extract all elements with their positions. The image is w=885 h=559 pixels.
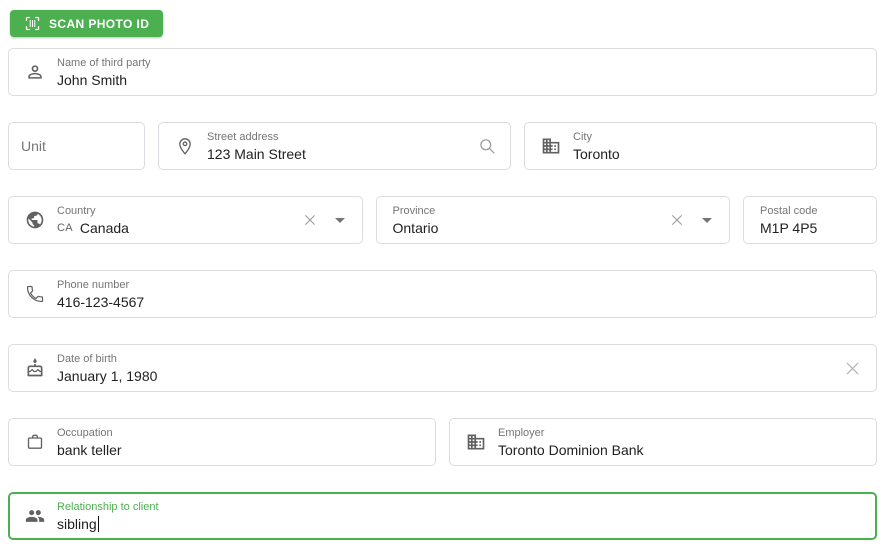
- scan-button-label: SCAN PHOTO ID: [49, 16, 150, 31]
- field-text: Name of third party John Smith: [57, 56, 151, 89]
- occupation-field[interactable]: Occupation bank teller: [8, 418, 436, 466]
- row-dob: Date of birth January 1, 1980: [8, 344, 877, 392]
- field-text: Phone number 416-123-4567: [57, 278, 144, 311]
- field-label: City: [573, 130, 592, 143]
- relationship-to-client-field[interactable]: Relationship to client sibling: [8, 492, 877, 540]
- location-pin-icon: [175, 136, 195, 156]
- field-label: Employer: [498, 426, 545, 439]
- country-code: CA: [57, 221, 73, 234]
- chevron-down-icon[interactable]: [702, 217, 712, 223]
- field-value: John Smith: [57, 71, 128, 88]
- field-label: Province: [392, 204, 436, 217]
- text-caret: [97, 516, 100, 532]
- row-phone: Phone number 416-123-4567: [8, 270, 877, 318]
- clear-icon[interactable]: [669, 212, 685, 228]
- field-trailing: [478, 137, 496, 155]
- field-text: Date of birth January 1, 1980: [57, 352, 157, 385]
- field-text: Province Ontario: [393, 204, 439, 237]
- field-label: Occupation: [57, 426, 113, 439]
- row-address: Street address 123 Main Street City Toro…: [8, 122, 877, 170]
- field-value: Toronto Dominion Bank: [498, 441, 644, 458]
- field-label: Postal code: [760, 204, 818, 217]
- row-region: Country CA Canada Province Ontario Postal…: [8, 196, 877, 244]
- field-value: Ontario: [392, 219, 439, 236]
- field-label: Date of birth: [57, 352, 117, 365]
- field-value: January 1, 1980: [57, 367, 158, 384]
- person-icon: [25, 62, 45, 82]
- field-text: Street address 123 Main Street: [207, 130, 306, 163]
- country-field[interactable]: Country CA Canada: [8, 196, 363, 244]
- field-label: Phone number: [57, 278, 130, 291]
- birthday-cake-icon: [25, 358, 45, 378]
- people-group-icon: [25, 506, 45, 526]
- building-icon: [466, 432, 486, 452]
- field-value: Toronto: [573, 145, 620, 162]
- field-text: City Toronto: [573, 130, 620, 163]
- field-value: bank teller: [57, 441, 122, 458]
- field-value: 416-123-4567: [57, 293, 145, 310]
- field-text: Occupation bank teller: [57, 426, 122, 459]
- field-label: Relationship to client: [57, 500, 159, 513]
- field-text: Postal code M1P 4P5: [760, 204, 817, 237]
- phone-number-field[interactable]: Phone number 416-123-4567: [8, 270, 877, 318]
- clear-icon[interactable]: [843, 359, 862, 378]
- field-value: sibling: [57, 516, 159, 533]
- chevron-down-icon[interactable]: [334, 217, 345, 223]
- field-label: Street address: [207, 130, 279, 143]
- field-label: Name of third party: [57, 56, 151, 69]
- postal-code-field[interactable]: Postal code M1P 4P5: [743, 196, 877, 244]
- field-value: M1P 4P5: [760, 219, 818, 236]
- field-trailing: [302, 212, 348, 228]
- province-field[interactable]: Province Ontario: [375, 196, 730, 244]
- building-icon: [541, 136, 561, 156]
- search-icon: [478, 137, 496, 155]
- field-value: 123 Main Street: [207, 145, 306, 162]
- field-text: Country CA Canada: [57, 204, 129, 237]
- relationship-value: sibling: [57, 515, 97, 532]
- field-trailing: [669, 212, 715, 228]
- city-field[interactable]: City Toronto: [524, 122, 877, 170]
- date-of-birth-field[interactable]: Date of birth January 1, 1980: [8, 344, 877, 392]
- row-work: Occupation bank teller Employer Toronto …: [8, 418, 877, 466]
- employer-field[interactable]: Employer Toronto Dominion Bank: [449, 418, 877, 466]
- field-value: CA Canada: [57, 220, 129, 237]
- unit-field[interactable]: [8, 122, 145, 170]
- barcode-scan-icon: [24, 15, 41, 32]
- clear-icon[interactable]: [302, 212, 318, 228]
- scan-photo-id-button[interactable]: SCAN PHOTO ID: [10, 10, 164, 37]
- field-text: Relationship to client sibling: [57, 500, 159, 533]
- field-text: Employer Toronto Dominion Bank: [498, 426, 644, 459]
- unit-input[interactable]: [21, 138, 132, 154]
- phone-icon: [25, 284, 45, 304]
- country-value: Canada: [79, 219, 129, 236]
- field-label: Country: [57, 204, 96, 217]
- row-relationship: Relationship to client sibling: [8, 492, 877, 540]
- row-name: Name of third party John Smith: [8, 48, 877, 96]
- street-address-field[interactable]: Street address 123 Main Street: [158, 122, 511, 170]
- name-of-third-party-field[interactable]: Name of third party John Smith: [8, 48, 877, 96]
- briefcase-icon: [25, 432, 45, 452]
- globe-icon: [25, 210, 45, 230]
